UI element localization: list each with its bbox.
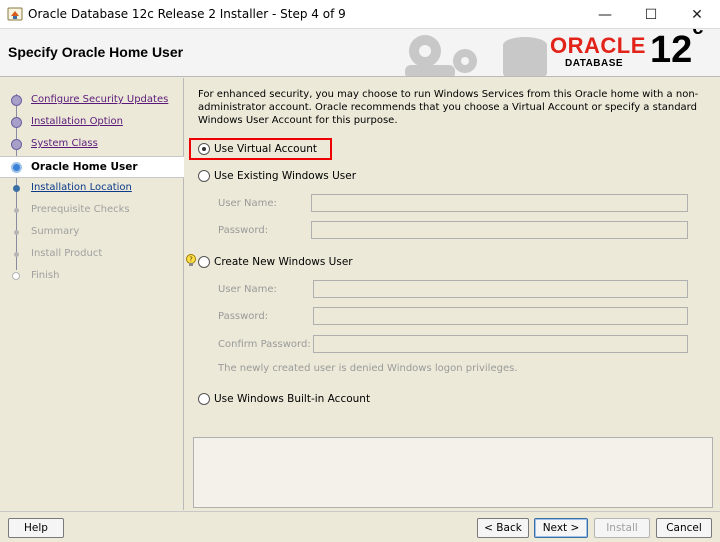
new-user-name-label: User Name: (218, 284, 277, 295)
installer-app-icon (7, 7, 23, 21)
step-system-class[interactable]: System Class (0, 134, 184, 156)
next-button[interactable]: Next > (534, 518, 588, 538)
steps-sidebar: Configure Security Updates Installation … (0, 78, 184, 510)
step-finish: Finish (0, 266, 184, 288)
minimize-icon: — (598, 6, 612, 23)
confirm-password-label: Confirm Password: (218, 339, 311, 350)
step-label: Install Product (31, 248, 103, 259)
database-logo-text: DATABASE (565, 58, 624, 69)
new-user-note: The newly created user is denied Windows… (218, 363, 518, 374)
minimize-button[interactable]: — (582, 0, 628, 29)
step-current-icon (11, 162, 22, 173)
option-label: Use Existing Windows User (214, 170, 357, 182)
maximize-icon: ☐ (644, 6, 658, 23)
step-done-icon (11, 117, 22, 128)
message-area (193, 437, 713, 508)
button-bar: Help < Back Next > Install Cancel (0, 511, 720, 542)
step-label: Prerequisite Checks (31, 204, 130, 215)
option-builtin-account[interactable]: Use Windows Built-in Account (198, 390, 370, 408)
option-existing-user[interactable]: Use Existing Windows User (198, 167, 356, 185)
title-bar: Oracle Database 12c Release 2 Installer … (0, 0, 720, 29)
step-done-icon (11, 95, 22, 106)
step-summary: Summary (0, 222, 184, 244)
step-label: Installation Location (31, 182, 132, 193)
intro-text: For enhanced security, you may choose to… (198, 89, 699, 126)
gears-decoration-icon (405, 35, 547, 76)
new-user-name-input[interactable] (313, 280, 688, 298)
header-banner: Specify Oracle Home User ORACLE DATABASE… (0, 29, 720, 77)
install-button: Install (594, 518, 650, 538)
version-suffix: c (692, 29, 703, 39)
new-password-label: Password: (218, 311, 269, 322)
lightbulb-hint-icon: ? (186, 254, 196, 266)
cancel-button[interactable]: Cancel (656, 518, 712, 538)
step-configure-security-updates[interactable]: Configure Security Updates (0, 90, 184, 112)
step-oracle-home-user[interactable]: Oracle Home User (0, 156, 184, 178)
close-icon: ✕ (691, 6, 703, 23)
main-panel: For enhanced security, you may choose to… (185, 78, 720, 510)
confirm-password-input[interactable] (313, 335, 688, 353)
existing-user-name-input[interactable] (311, 194, 688, 212)
step-label: Installation Option (31, 116, 123, 127)
step-done-icon (11, 139, 22, 150)
step-label: Configure Security Updates (31, 94, 169, 105)
new-password-input[interactable] (313, 307, 688, 325)
step-label: System Class (31, 138, 98, 149)
help-button[interactable]: Help (8, 518, 64, 538)
oracle-logo: ORACLE (550, 33, 646, 58)
version-logo: 12c (650, 29, 703, 72)
radio-existing-user[interactable] (198, 170, 210, 182)
step-future-icon (14, 208, 19, 213)
maximize-button[interactable]: ☐ (628, 0, 674, 29)
version-number: 12 (650, 29, 693, 71)
step-label: Oracle Home User (31, 161, 138, 173)
existing-user-name-label: User Name: (218, 198, 277, 209)
option-virtual-account[interactable]: Use Virtual Account (198, 140, 317, 158)
svg-text:?: ? (189, 256, 193, 264)
close-button[interactable]: ✕ (674, 0, 720, 29)
step-installation-option[interactable]: Installation Option (0, 112, 184, 134)
existing-password-label: Password: (218, 225, 269, 236)
existing-password-input[interactable] (311, 221, 688, 239)
step-installation-location[interactable]: Installation Location (0, 178, 184, 200)
option-label: Use Virtual Account (214, 143, 317, 155)
window-title: Oracle Database 12c Release 2 Installer … (28, 7, 346, 21)
step-label: Summary (31, 226, 80, 237)
step-prerequisite-checks: Prerequisite Checks (0, 200, 184, 222)
step-future-icon (12, 272, 20, 280)
page-title: Specify Oracle Home User (8, 44, 184, 60)
back-button[interactable]: < Back (477, 518, 529, 538)
step-next-icon (13, 185, 20, 192)
step-future-icon (14, 252, 19, 257)
radio-new-user[interactable] (198, 256, 210, 268)
option-label: Use Windows Built-in Account (214, 393, 371, 405)
radio-builtin-account[interactable] (198, 393, 210, 405)
step-label: Finish (31, 270, 60, 281)
step-future-icon (14, 230, 19, 235)
radio-virtual-account[interactable] (198, 143, 210, 155)
step-install-product: Install Product (0, 244, 184, 266)
option-new-user[interactable]: Create New Windows User (198, 253, 353, 271)
option-label: Create New Windows User (214, 256, 353, 268)
